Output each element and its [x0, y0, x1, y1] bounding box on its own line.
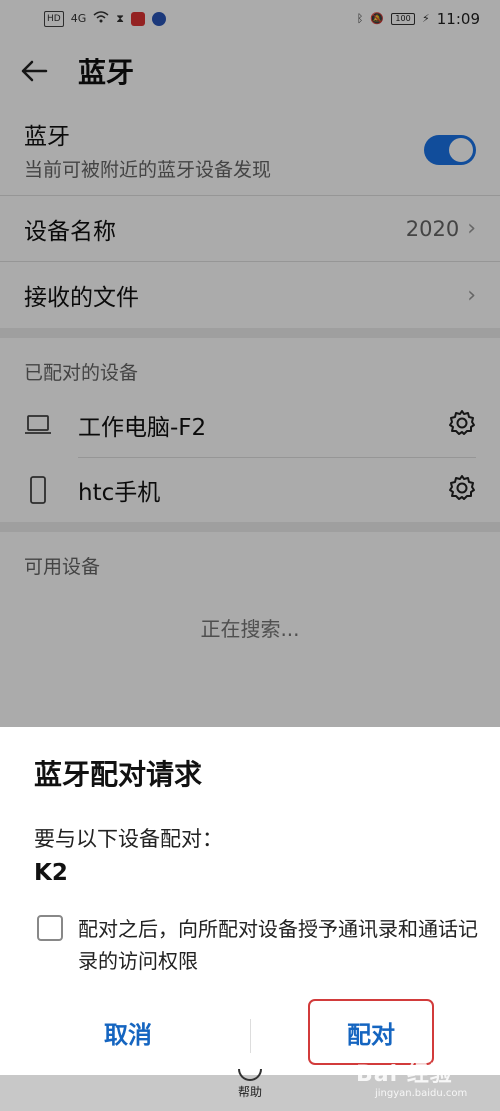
pairing-dialog: 蓝牙配对请求 要与以下设备配对： K2 配对之后，向所配对设备授予通讯录和通话记… — [0, 727, 500, 1075]
watermark-url: jingyan.baidu.com — [375, 1088, 468, 1099]
watermark-logo: Bai 经验 — [356, 1062, 453, 1087]
dialog-title: 蓝牙配对请求 — [34, 758, 203, 791]
cancel-button[interactable]: 取消 — [60, 999, 196, 1065]
contacts-access-checkbox[interactable] — [37, 915, 63, 941]
help-label[interactable]: 帮助 — [225, 1083, 275, 1100]
pairing-device-name: K2 — [34, 860, 68, 886]
help-icon[interactable] — [238, 1069, 262, 1081]
contacts-access-label[interactable]: 配对之后，向所配对设备授予通讯录和通话记录的访问权限 — [78, 913, 478, 977]
dialog-message: 要与以下设备配对： — [34, 827, 223, 851]
button-divider — [250, 1019, 251, 1053]
